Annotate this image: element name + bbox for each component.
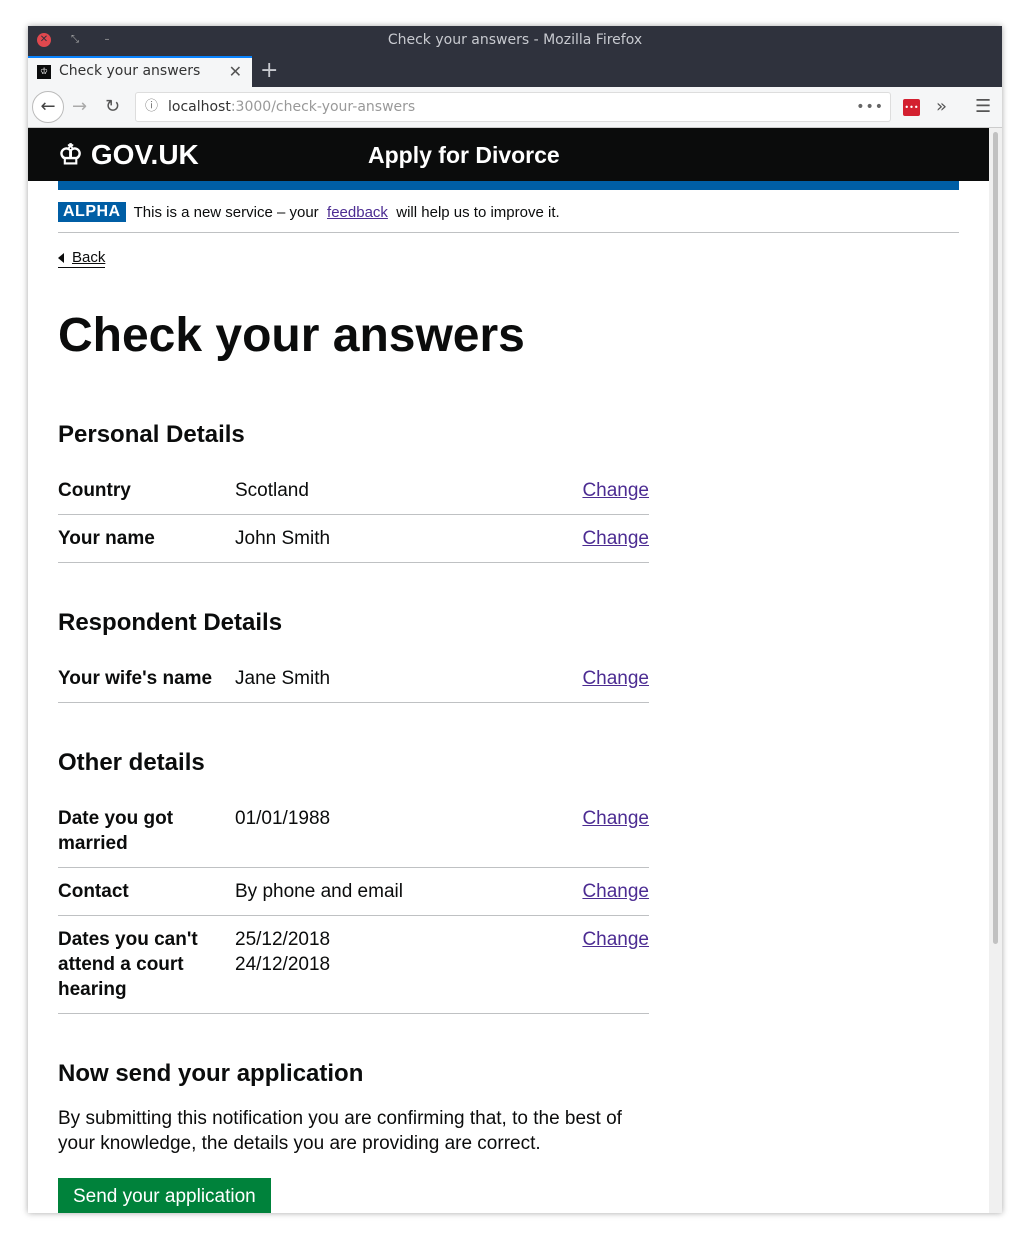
url-path: :3000/check-your-answers xyxy=(230,99,416,115)
row-value: By phone and email xyxy=(235,881,403,902)
summary-list: Your wife's name Jane Smith Change xyxy=(58,655,649,703)
row-value: Jane Smith xyxy=(235,668,331,689)
url-host: localhost xyxy=(168,99,231,115)
crown-favicon-icon: ♔ xyxy=(37,65,51,79)
change-link[interactable]: Change xyxy=(582,929,649,950)
change-link[interactable]: Change xyxy=(582,480,649,501)
section-heading: Personal Details xyxy=(58,421,245,448)
phase-banner: ALPHA This is a new service – your feedb… xyxy=(58,190,959,233)
tab-title: Check your answers xyxy=(59,63,201,79)
row-key: Country xyxy=(58,480,131,501)
summary-row: Dates you can't attend a court hearing 25… xyxy=(58,916,649,1014)
service-name[interactable]: Apply for Divorce xyxy=(368,142,560,169)
forward-arrow-icon[interactable]: → xyxy=(72,96,87,117)
back-arrow-icon[interactable]: ← xyxy=(32,91,64,123)
close-tab-icon[interactable]: ✕ xyxy=(229,58,242,85)
row-key: Date you got married xyxy=(58,808,174,854)
back-link[interactable]: Back xyxy=(58,249,106,268)
info-icon[interactable]: ⓘ xyxy=(145,93,158,121)
phase-text-before: This is a new service – your xyxy=(133,203,323,221)
row-key: Your wife's name xyxy=(58,668,213,689)
page-actions-icon[interactable]: ••• xyxy=(856,93,884,121)
submit-text: By submitting this notification you are … xyxy=(58,1108,622,1154)
scrollbar-thumb[interactable] xyxy=(993,132,998,944)
summary-row: Your wife's name Jane Smith Change xyxy=(58,655,649,703)
tab-bar: ♔ Check your answers ✕ + xyxy=(28,56,1002,87)
govuk-header: ♔ GOV.UK Apply for Divorce xyxy=(28,128,989,181)
summary-row: Your name John Smith Change xyxy=(58,515,649,563)
alpha-tag: ALPHA xyxy=(58,202,126,222)
section-heading: Respondent Details xyxy=(58,609,283,636)
tab-active[interactable]: ♔ Check your answers ✕ xyxy=(28,56,252,87)
title-bar: ✕ ⤡ – Check your answers - Mozilla Firef… xyxy=(28,26,1002,56)
browser-window: ✕ ⤡ – Check your answers - Mozilla Firef… xyxy=(28,26,1002,1213)
url-bar[interactable]: ⓘ localhost:3000/check-your-answers ••• xyxy=(135,92,891,122)
scrollbar[interactable] xyxy=(989,128,1002,1213)
main-content: ALPHA This is a new service – your feedb… xyxy=(58,190,959,1213)
row-value: Scotland xyxy=(235,480,309,501)
nav-bar: ← → ↻ ⓘ localhost:3000/check-your-answer… xyxy=(28,87,1002,128)
lastpass-icon[interactable]: ••• xyxy=(903,99,920,116)
reload-icon[interactable]: ↻ xyxy=(105,96,120,117)
summary-list: Date you got married 01/01/1988 Change Cont… xyxy=(58,795,649,1014)
window-title: Check your answers - Mozilla Firefox xyxy=(387,32,643,48)
close-window-icon[interactable]: ✕ xyxy=(37,33,51,47)
feedback-link[interactable]: feedback xyxy=(327,204,388,221)
menu-icon[interactable]: ☰ xyxy=(975,96,991,117)
page-title: Check your answers xyxy=(58,309,525,362)
change-link[interactable]: Change xyxy=(582,668,649,689)
row-value: 25/12/2018 24/12/2018 xyxy=(235,929,331,975)
new-tab-icon[interactable]: + xyxy=(260,56,278,85)
minimize-window-icon[interactable]: – xyxy=(100,33,114,47)
summary-row: Country Scotland Change xyxy=(58,467,649,515)
submit-heading: Now send your application xyxy=(58,1060,364,1087)
section-heading: Other details xyxy=(58,749,205,776)
change-link[interactable]: Change xyxy=(582,881,649,902)
row-value: 01/01/1988 xyxy=(235,808,331,829)
row-key: Your name xyxy=(58,528,155,549)
phase-text-after: will help us to improve it. xyxy=(392,203,560,221)
phase-text: This is a new service – your feedback wi… xyxy=(134,204,560,221)
govuk-logo[interactable]: ♔ GOV.UK xyxy=(58,138,199,171)
change-link[interactable]: Change xyxy=(582,808,649,829)
header-blue-bar xyxy=(58,181,959,190)
summary-list: Country Scotland Change Your name John Smith… xyxy=(58,467,649,563)
change-link[interactable]: Change xyxy=(582,528,649,549)
row-key: Contact xyxy=(58,881,129,902)
summary-row: Date you got married 01/01/1988 Change xyxy=(58,795,649,868)
logo-text: GOV.UK xyxy=(90,139,199,170)
summary-row: Contact By phone and email Change xyxy=(58,868,649,916)
send-application-button[interactable]: Send your application xyxy=(58,1178,271,1213)
row-value: John Smith xyxy=(235,528,331,549)
crown-icon: ♔ xyxy=(58,139,84,170)
row-key: Dates you can't attend a court hearing xyxy=(58,929,198,1000)
overflow-chevrons-icon[interactable]: » xyxy=(936,96,947,117)
restore-window-icon[interactable]: ⤡ xyxy=(68,33,82,47)
